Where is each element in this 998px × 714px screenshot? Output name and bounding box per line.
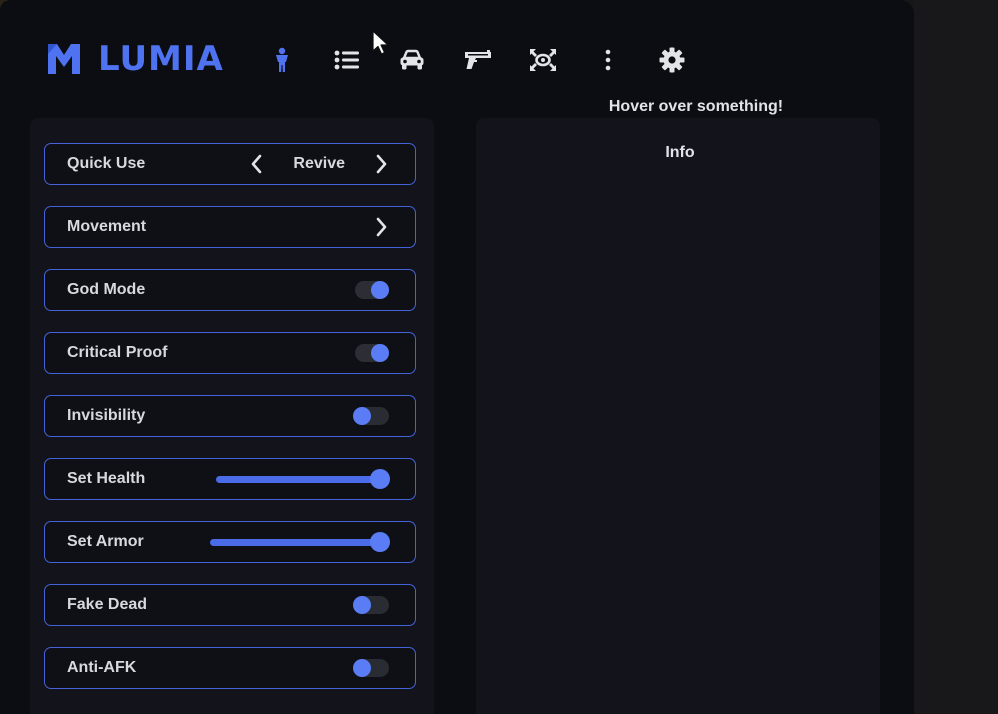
set-armor-row: Set Armor xyxy=(44,521,416,563)
fake-dead-toggle[interactable] xyxy=(353,596,389,614)
anti-afk-label: Anti-AFK xyxy=(67,659,137,676)
brand-name: LUMIA xyxy=(98,39,224,79)
anti-afk-row[interactable]: Anti-AFK xyxy=(44,647,416,689)
lumia-logo-icon xyxy=(48,44,80,74)
health-slider-handle[interactable] xyxy=(370,469,390,489)
anti-afk-toggle[interactable] xyxy=(353,659,389,677)
toggle-knob xyxy=(353,407,371,425)
critical-proof-row[interactable]: Critical Proof xyxy=(44,332,416,374)
nav-list-tab[interactable] xyxy=(327,40,367,80)
chevron-right-icon[interactable] xyxy=(371,153,391,175)
lumia-menu-window: LUMIA Hover over something! Quick Use Re… xyxy=(0,0,914,714)
set-health-row: Set Health xyxy=(44,458,416,500)
invisibility-toggle[interactable] xyxy=(353,407,389,425)
nav-vehicle-tab[interactable] xyxy=(392,40,432,80)
movement-label: Movement xyxy=(67,218,147,235)
nav-more-tab[interactable] xyxy=(588,40,628,80)
nav-player-tab[interactable] xyxy=(262,40,302,80)
fake-dead-label: Fake Dead xyxy=(67,596,148,613)
info-title: Info xyxy=(665,144,695,161)
toggle-knob xyxy=(371,281,389,299)
invisibility-row[interactable]: Invisibility xyxy=(44,395,416,437)
quick-use-label: Quick Use xyxy=(67,155,146,172)
hover-hint-text: Hover over something! xyxy=(608,98,784,115)
movement-row[interactable]: Movement xyxy=(44,206,416,248)
god-mode-label: God Mode xyxy=(67,281,146,298)
armor-slider-track[interactable] xyxy=(210,539,380,546)
health-slider-track[interactable] xyxy=(216,476,380,483)
toggle-knob xyxy=(353,659,371,677)
chevron-right-icon xyxy=(376,217,387,237)
gear-icon xyxy=(659,47,685,73)
set-health-label: Set Health xyxy=(67,470,146,487)
options-panel: Quick Use Revive Movement God Mode Criti… xyxy=(30,118,434,714)
fake-dead-row[interactable]: Fake Dead xyxy=(44,584,416,626)
more-vertical-icon xyxy=(605,49,611,71)
teleport-icon xyxy=(530,49,556,71)
car-icon xyxy=(400,49,424,70)
critical-proof-label: Critical Proof xyxy=(67,344,168,361)
god-mode-row[interactable]: God Mode xyxy=(44,269,416,311)
person-icon xyxy=(276,47,288,72)
background-strip xyxy=(914,0,998,714)
quick-use-value: Revive xyxy=(293,155,345,172)
critical-proof-toggle[interactable] xyxy=(355,344,389,362)
nav-weapon-tab[interactable] xyxy=(458,40,498,80)
gun-icon xyxy=(465,50,491,69)
list-icon xyxy=(334,50,359,70)
info-panel: Info xyxy=(476,118,880,714)
chevron-left-icon[interactable] xyxy=(247,153,267,175)
mouse-cursor-icon xyxy=(372,30,389,55)
invisibility-label: Invisibility xyxy=(67,407,146,424)
god-mode-toggle[interactable] xyxy=(355,281,389,299)
set-armor-label: Set Armor xyxy=(67,533,144,550)
toggle-knob xyxy=(353,596,371,614)
quick-use-row[interactable]: Quick Use Revive xyxy=(44,143,416,185)
nav-teleport-tab[interactable] xyxy=(523,40,563,80)
nav-settings-tab[interactable] xyxy=(652,40,692,80)
toggle-knob xyxy=(371,344,389,362)
armor-slider-handle[interactable] xyxy=(370,532,390,552)
app-logo: LUMIA xyxy=(46,39,224,79)
